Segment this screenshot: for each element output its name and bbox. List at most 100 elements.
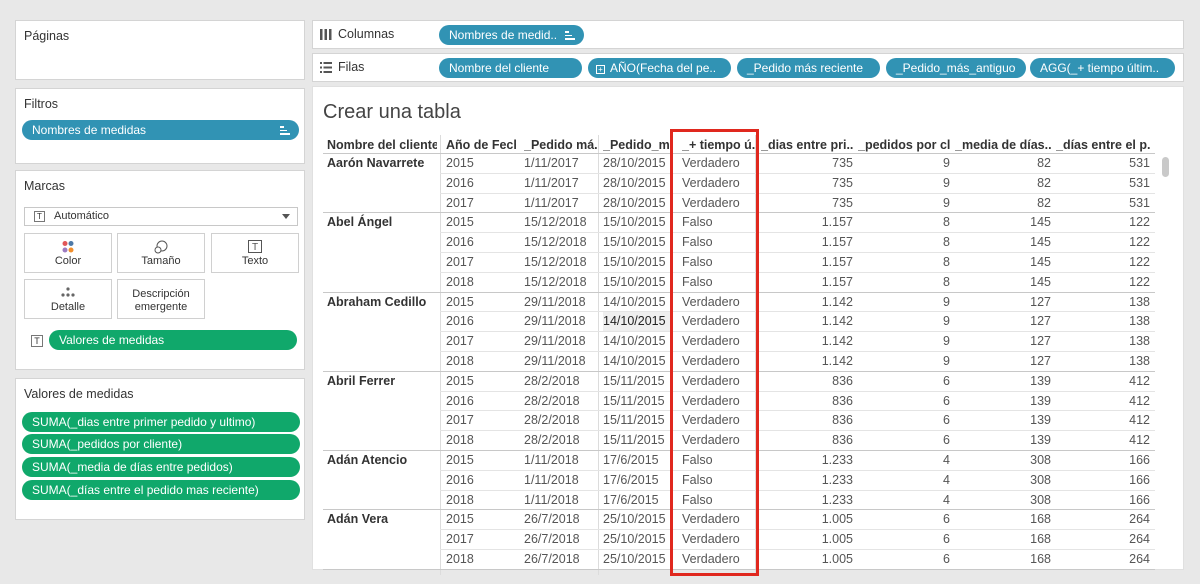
table-cell: 15/10/2015: [603, 274, 666, 289]
table-cell: 308: [1030, 453, 1051, 467]
text-mark-icon: T: [34, 211, 45, 222]
table-cell: 15/10/2015: [603, 255, 666, 269]
measure-values-text-pill[interactable]: Valores de medidas: [49, 330, 297, 350]
table-cell: 412: [1129, 373, 1150, 388]
text-mark-icon: T: [31, 335, 43, 347]
table-cell: 28/10/2015: [603, 175, 666, 190]
table-cell: 26/7/2018: [524, 532, 580, 547]
table-cell: 17/6/2015: [603, 472, 659, 487]
rows-pill-most-recent-order[interactable]: _Pedido más reciente: [737, 58, 880, 78]
columns-pill-measure-names[interactable]: Nombres de medid..: [439, 25, 584, 45]
table-cell: 14/10/2015: [603, 334, 666, 349]
sort-icon: [280, 126, 290, 135]
table-cell: 14/10/2015: [603, 354, 666, 368]
measure-values-panel: Valores de medidas SUMA(_dias entre prim…: [15, 378, 305, 520]
table-cell: 6: [943, 433, 950, 448]
table-cell: 15/10/2015: [603, 215, 666, 230]
table-cell: 735: [832, 175, 853, 190]
column-header[interactable]: _días entre el p..: [1056, 135, 1150, 155]
table-cell: 6: [943, 552, 950, 566]
table-cell: 8: [943, 215, 950, 230]
table-cell: 15/11/2015: [603, 413, 665, 428]
expand-plus-icon: +: [596, 65, 605, 74]
table-cell: 9: [943, 156, 950, 170]
rows-pill-agg-time[interactable]: AGG(_+ tiempo últim..: [1030, 58, 1175, 78]
table-cell: 2018: [446, 354, 474, 368]
table-cell: 15/11/2015: [603, 393, 665, 408]
measure-pill[interactable]: SUMA(_dias entre primer pedido y ultimo): [22, 412, 300, 432]
detail-button[interactable]: Detalle: [24, 279, 112, 319]
table-cell: 6: [943, 532, 950, 547]
table-cell: 15/12/2018: [524, 274, 587, 289]
table-cell: 1/11/2018: [524, 472, 579, 487]
columns-icon: [320, 29, 332, 40]
measure-pill-label: SUMA(_dias entre primer pedido y ultimo): [32, 415, 256, 429]
table-cell: 82: [1037, 156, 1051, 170]
column-header[interactable]: _Pedido_m..: [603, 135, 670, 155]
table-cell: 4: [943, 492, 950, 507]
table-cell: 138: [1129, 294, 1150, 309]
tooltip-button[interactable]: Descripción emergente: [117, 279, 205, 319]
measure-pill[interactable]: SUMA(_días entre el pedido mas reciente): [22, 480, 300, 500]
table-cell: 15/11/2015: [603, 373, 665, 388]
pages-panel[interactable]: Páginas: [15, 20, 305, 80]
mark-type-label: Automático: [54, 210, 110, 222]
text-button[interactable]: T Texto: [211, 233, 299, 273]
table-cell: 412: [1129, 433, 1150, 448]
rows-pill-order-year[interactable]: + AÑO(Fecha del pe..: [588, 58, 731, 78]
table-cell: 2016: [446, 235, 474, 250]
table-cell: 735: [832, 156, 853, 170]
table-cell: 1/11/2017: [524, 156, 579, 170]
column-header[interactable]: Nombre del cliente: [327, 135, 437, 155]
table-cell: 264: [1129, 532, 1150, 547]
table-cell: 122: [1129, 255, 1150, 269]
table-cell: 6: [943, 512, 950, 527]
table-cell: 1.142: [821, 294, 853, 309]
detail-icon: [25, 286, 111, 300]
table-cell: 2017: [446, 255, 474, 269]
table-cell: 1.005: [821, 512, 853, 527]
table-cell: 1.157: [821, 215, 853, 230]
columns-shelf-label: Columnas: [338, 27, 395, 41]
table-cell: 1.233: [821, 472, 853, 487]
table-cell: 15/12/2018: [524, 235, 587, 250]
table-cell: 1/11/2017: [524, 175, 579, 190]
table-cell: 531: [1129, 156, 1150, 170]
column-header[interactable]: _dias entre pri..: [761, 135, 853, 155]
filter-pill-measure-names[interactable]: Nombres de medidas: [22, 120, 299, 140]
table-cell: 29/11/2018: [524, 314, 586, 329]
column-header[interactable]: _pedidos por cl..: [858, 135, 950, 155]
table-cell: 2016: [446, 175, 474, 190]
vertical-scrollbar[interactable]: [1162, 157, 1169, 177]
table-cell: 836: [832, 393, 853, 408]
table-cell: 127: [1030, 354, 1051, 368]
marks-panel-title: Marcas: [24, 179, 65, 193]
table-cell: 2018: [446, 274, 474, 289]
table-cell: 6: [943, 413, 950, 428]
table-cell: 122: [1129, 215, 1150, 230]
rows-pill-oldest-order[interactable]: _Pedido_más_antiguo: [886, 58, 1026, 78]
table-cell: 166: [1129, 472, 1150, 487]
measure-pill-label: SUMA(_media de días entre pedidos): [32, 460, 233, 474]
filters-panel[interactable]: Filtros Nombres de medidas: [15, 88, 305, 164]
rows-pill-label: _Pedido_más_antiguo: [896, 61, 1016, 75]
table-cell: 168: [1030, 512, 1051, 527]
rows-pill-label: AGG(_+ tiempo últim..: [1040, 61, 1160, 75]
table-cell: 166: [1129, 492, 1150, 507]
chevron-down-icon: [282, 214, 290, 219]
column-header[interactable]: Año de Fech..: [446, 135, 516, 155]
table-cell: 26/7/2018: [524, 512, 580, 527]
measure-pill[interactable]: SUMA(_pedidos por cliente): [22, 434, 300, 454]
size-button[interactable]: Tamaño: [117, 233, 205, 273]
color-icon: [25, 240, 111, 254]
column-header[interactable]: _Pedido má..: [524, 135, 599, 155]
table-cell: 28/10/2015: [603, 195, 666, 210]
color-button[interactable]: Color: [24, 233, 112, 273]
measure-pill[interactable]: SUMA(_media de días entre pedidos): [22, 457, 300, 477]
mark-type-select[interactable]: T Automático: [24, 207, 298, 226]
table-cell: 29/11/2018: [524, 334, 586, 349]
table-cell: 127: [1030, 334, 1051, 349]
column-header[interactable]: _media de días..: [955, 135, 1051, 155]
rows-pill-customer-name[interactable]: Nombre del cliente: [439, 58, 582, 78]
table-cell: 9: [943, 294, 950, 309]
